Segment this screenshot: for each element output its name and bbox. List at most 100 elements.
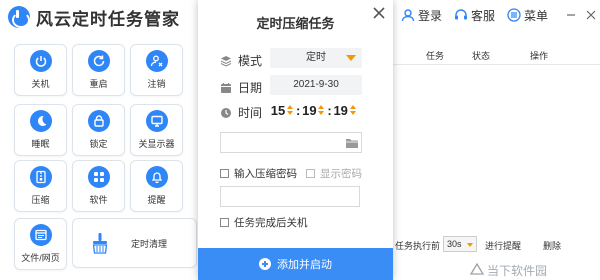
second-spinner[interactable] (349, 105, 356, 115)
tile-label: 关机 (31, 79, 50, 89)
close-icon (373, 7, 385, 19)
table-divider (389, 64, 600, 65)
menu-label: 菜单 (523, 8, 548, 23)
date-field[interactable]: 2021-9-30 (270, 75, 362, 95)
top-right-toolbar: 登录 客服 菜单 (401, 6, 600, 24)
tile-label: 关显示器 (138, 139, 175, 149)
tile-display-off[interactable]: 关显示器 (130, 104, 183, 156)
interval-select[interactable]: 30s (443, 236, 477, 252)
menu-button[interactable]: 菜单 (507, 7, 548, 24)
service-label: 客服 (470, 8, 495, 23)
tile-label: 注销 (147, 79, 166, 89)
login-button[interactable]: 登录 (401, 7, 442, 24)
tile-file-web[interactable]: 文件/网页 (14, 218, 67, 270)
user-icon (401, 9, 415, 22)
dialog-close-button[interactable] (371, 5, 387, 21)
bell-icon (145, 166, 168, 188)
time-label: 时间 (238, 106, 263, 120)
mode-label: 模式 (238, 54, 263, 68)
broom-icon (89, 232, 111, 254)
shutdown-after-row[interactable]: 任务完成后关机 (220, 215, 308, 230)
tile-logout[interactable]: 注销 (130, 44, 183, 96)
tile-compress[interactable]: 压缩 (14, 160, 67, 212)
tile-label: 睡眠 (31, 139, 50, 149)
tile-label: 软件 (89, 195, 108, 205)
col-action: 操作 (530, 51, 549, 61)
hour-spinner[interactable] (287, 105, 293, 115)
delete-button[interactable]: 删除 (543, 239, 561, 252)
second-value[interactable]: 19 (333, 103, 349, 118)
app-logo-icon (8, 6, 30, 28)
task-exec-label: 任务执行前 (395, 241, 441, 251)
minute-value[interactable]: 19 (301, 103, 317, 118)
tile-lock[interactable]: 锁定 (72, 104, 125, 156)
apps-icon (87, 166, 110, 188)
mode-row-label: 模式 (220, 52, 262, 69)
app-title: 风云定时任务管家 (36, 10, 180, 29)
watermark-logo-icon (470, 263, 484, 275)
layers-icon (220, 55, 232, 67)
time-picker: 15 : 19 : 19 (270, 100, 362, 120)
tile-label: 提醒 (147, 195, 166, 205)
tile-timed-clean[interactable]: 定时清理 (72, 218, 197, 268)
date-value: 2021-9-30 (293, 79, 339, 90)
hour-value[interactable]: 15 (270, 103, 286, 118)
task-table-header: 任务 状态 操作 (389, 47, 600, 63)
col-status: 状态 (472, 51, 491, 61)
power-icon (29, 50, 52, 72)
interval-value: 30s (447, 239, 462, 249)
password-input[interactable] (220, 186, 360, 207)
bottom-bar: 任务执行前 30s 进行提醒 删除 (384, 236, 600, 256)
password-option-row[interactable]: 输入压缩密码 (220, 166, 297, 181)
watermark-text: 当下软件园 (487, 264, 548, 278)
mode-value: 定时 (306, 52, 326, 63)
browser-icon (29, 224, 52, 246)
window-close-button[interactable] (582, 6, 600, 24)
date-label: 日期 (238, 81, 263, 95)
login-label: 登录 (417, 8, 442, 23)
password-option-label: 输入压缩密码 (234, 168, 297, 180)
folder-icon[interactable] (345, 136, 359, 150)
shutdown-after-checkbox[interactable] (220, 218, 229, 227)
moon-icon (29, 110, 52, 132)
mode-select[interactable]: 定时 (270, 48, 362, 68)
restart-icon (87, 50, 110, 72)
calendar-icon (221, 82, 231, 93)
time-separator: : (327, 102, 332, 118)
tile-restart[interactable]: 重启 (72, 44, 125, 96)
date-row-label: 日期 (220, 79, 262, 96)
minimize-icon (567, 14, 575, 16)
show-password-row[interactable]: 显示密码 (306, 166, 362, 181)
tile-label: 压缩 (31, 195, 50, 205)
tile-label: 文件/网页 (21, 253, 60, 263)
password-checkbox[interactable] (220, 169, 229, 178)
col-task: 任务 (426, 51, 445, 61)
plus-circle-icon (259, 258, 271, 270)
service-button[interactable]: 客服 (454, 7, 495, 24)
clock-icon (221, 107, 231, 118)
path-input[interactable] (220, 132, 362, 153)
show-password-checkbox[interactable] (306, 169, 315, 178)
show-password-label: 显示密码 (320, 168, 362, 180)
tile-shutdown[interactable]: 关机 (14, 44, 67, 96)
lock-icon (87, 110, 110, 132)
minimize-button[interactable] (562, 6, 580, 24)
menu-icon (507, 8, 521, 22)
remind-label: 进行提醒 (485, 241, 522, 251)
add-and-start-button[interactable]: 添加并启动 (198, 248, 393, 280)
close-icon (586, 10, 596, 20)
tile-sleep[interactable]: 睡眠 (14, 104, 67, 156)
time-row-label: 时间 (220, 104, 262, 121)
tile-reminder[interactable]: 提醒 (130, 160, 183, 212)
monitor-icon (145, 110, 168, 132)
submit-label: 添加并启动 (277, 259, 332, 271)
tile-software[interactable]: 软件 (72, 160, 125, 212)
dialog-title: 定时压缩任务 (256, 16, 335, 31)
tile-label: 定时清理 (131, 238, 168, 249)
tile-label: 重启 (89, 79, 108, 89)
minute-spinner[interactable] (318, 105, 325, 115)
archive-icon (29, 166, 52, 188)
headset-icon (454, 9, 467, 20)
shutdown-after-label: 任务完成后关机 (234, 217, 308, 229)
time-separator: : (296, 102, 301, 118)
